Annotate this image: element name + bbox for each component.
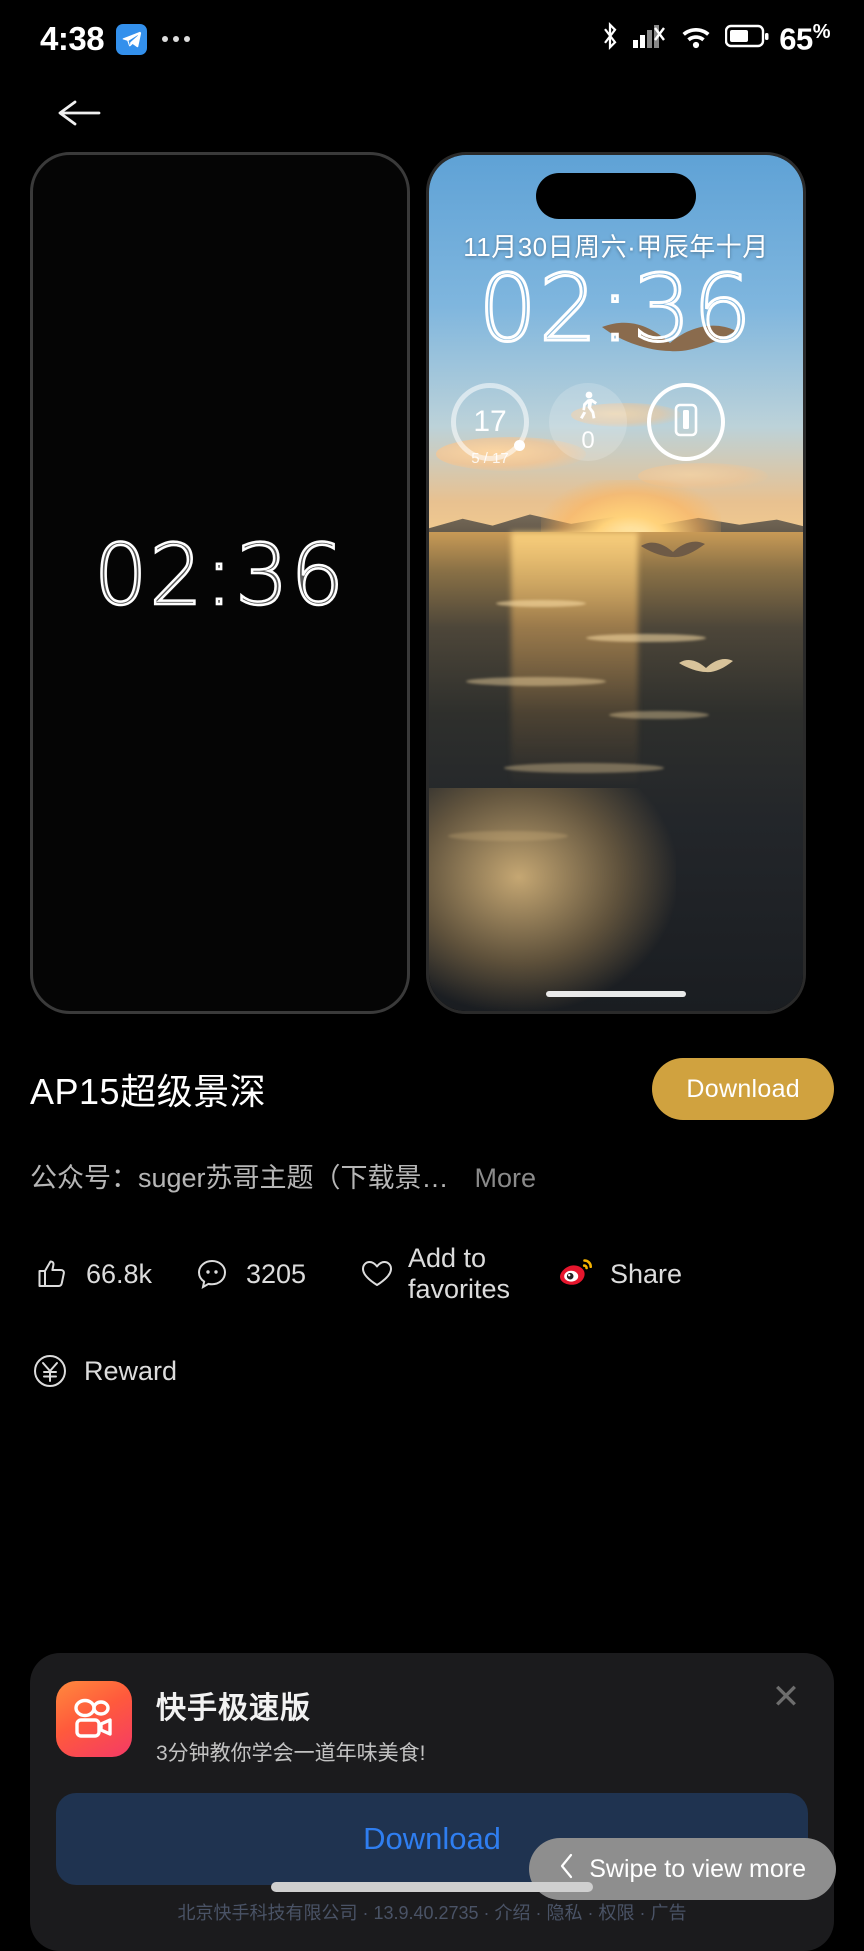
comment-count: 3205 bbox=[246, 1258, 307, 1289]
preview-aod[interactable]: 02:36 bbox=[30, 152, 410, 1014]
sun-reflection-path bbox=[511, 531, 639, 789]
wave-foam bbox=[429, 788, 676, 1011]
steps-widget[interactable]: 0 bbox=[549, 383, 627, 461]
widget-subvalue: 5 / 17 bbox=[471, 450, 509, 467]
seagull-silhouette bbox=[678, 659, 733, 673]
share-label: Share bbox=[610, 1258, 683, 1289]
page-title: AP15超级景深 bbox=[30, 1071, 267, 1112]
walking-steps-icon bbox=[575, 391, 601, 426]
status-bar-right: 65% bbox=[599, 20, 831, 57]
download-button[interactable]: Download bbox=[652, 1058, 834, 1120]
reward-action[interactable]: Reward bbox=[30, 1351, 834, 1391]
system-home-indicator[interactable] bbox=[271, 1882, 593, 1892]
lockscreen-widget-row: 17 5 / 17 0 bbox=[451, 383, 781, 467]
arrow-left-icon bbox=[57, 97, 101, 134]
reward-label: Reward bbox=[84, 1355, 178, 1386]
ad-card[interactable]: 快手极速版 3分钟教你学会一道年味美食! ✕ Download 北京快手科技有限… bbox=[30, 1653, 834, 1951]
action-bar: 66.8k 3205 Add to favorites Share bbox=[30, 1243, 834, 1305]
more-link[interactable]: More bbox=[475, 1163, 537, 1194]
preview-lockscreen[interactable]: 11月30日周六·甲辰年十月 02:36 17 5 / 17 0 bbox=[426, 152, 806, 1014]
title-row: AP15超级景深 Download bbox=[30, 1058, 834, 1120]
widget-value: 17 bbox=[473, 405, 507, 438]
telegram-icon bbox=[116, 23, 148, 55]
status-bar-clock: 4:38 bbox=[40, 20, 105, 57]
kuaishou-icon bbox=[56, 1681, 132, 1757]
swipe-hint-label: Swipe to view more bbox=[589, 1854, 806, 1883]
chevron-left-icon bbox=[559, 1853, 575, 1886]
back-button[interactable] bbox=[52, 88, 106, 142]
seagull-silhouette bbox=[641, 541, 706, 557]
aod-clock-time: 02:36 bbox=[93, 526, 347, 624]
more-dots-icon bbox=[162, 36, 191, 42]
yuan-circle-icon bbox=[30, 1351, 70, 1391]
comment-action[interactable]: 3205 bbox=[192, 1254, 360, 1294]
lockscreen-wallpaper: 11月30日周六·甲辰年十月 02:36 17 5 / 17 0 bbox=[429, 155, 803, 1011]
like-count: 66.8k bbox=[86, 1258, 153, 1289]
cellular-signal-off-icon bbox=[633, 22, 667, 55]
wifi-icon bbox=[679, 22, 713, 55]
preview-home-indicator bbox=[546, 991, 686, 997]
favorite-action[interactable]: Add to favorites bbox=[360, 1243, 556, 1305]
ad-app-name: 快手极速版 bbox=[156, 1692, 311, 1725]
bluetooth-icon bbox=[599, 21, 621, 56]
description-row: 公众号：suger苏哥主题（下载景… More bbox=[30, 1156, 834, 1195]
top-nav-bar bbox=[0, 78, 864, 152]
calendar-ring-widget[interactable]: 17 5 / 17 bbox=[451, 383, 529, 467]
ad-text-block: 快手极速版 3分钟教你学会一道年味美食! bbox=[156, 1681, 426, 1767]
weibo-share-icon bbox=[556, 1254, 596, 1294]
battery-percent: 65% bbox=[779, 20, 830, 57]
progress-dot bbox=[514, 440, 525, 451]
device-widget[interactable] bbox=[647, 383, 725, 461]
widget-value: 0 bbox=[581, 427, 595, 454]
favorite-label: Add to favorites bbox=[408, 1243, 511, 1304]
wave-highlight bbox=[503, 762, 664, 773]
wallpaper-detail-section: AP15超级景深 Download 公众号：suger苏哥主题（下载景… Mor… bbox=[0, 1018, 864, 1391]
like-action[interactable]: 66.8k bbox=[32, 1254, 192, 1294]
status-bar-left: 4:38 bbox=[40, 20, 191, 58]
status-bar: 4:38 65% bbox=[0, 0, 864, 78]
close-icon[interactable]: ✕ bbox=[766, 1677, 806, 1717]
comment-icon bbox=[192, 1254, 232, 1294]
share-action[interactable]: Share bbox=[556, 1254, 682, 1294]
ad-header: 快手极速版 3分钟教你学会一道年味美食! ✕ bbox=[56, 1680, 808, 1767]
battery-icon bbox=[725, 23, 769, 54]
thumbs-up-icon bbox=[32, 1254, 72, 1294]
lockscreen-time: 02:36 bbox=[477, 255, 754, 362]
wallpaper-preview-carousel[interactable]: 02:36 11月30日周六·甲辰年十月 02:36 17 5 / 17 0 bbox=[0, 152, 864, 1018]
heart-icon bbox=[360, 1254, 394, 1294]
device-phone-icon bbox=[673, 403, 699, 442]
dynamic-island-notch bbox=[536, 173, 696, 219]
ad-footer-text: 北京快手科技有限公司 · 13.9.40.2735 · 介绍 · 隐私 · 权限… bbox=[177, 1903, 687, 1923]
ad-tagline: 3分钟教你学会一道年味美食! bbox=[156, 1742, 426, 1765]
description-text: 公众号：suger苏哥主题（下载景… bbox=[30, 1163, 449, 1193]
